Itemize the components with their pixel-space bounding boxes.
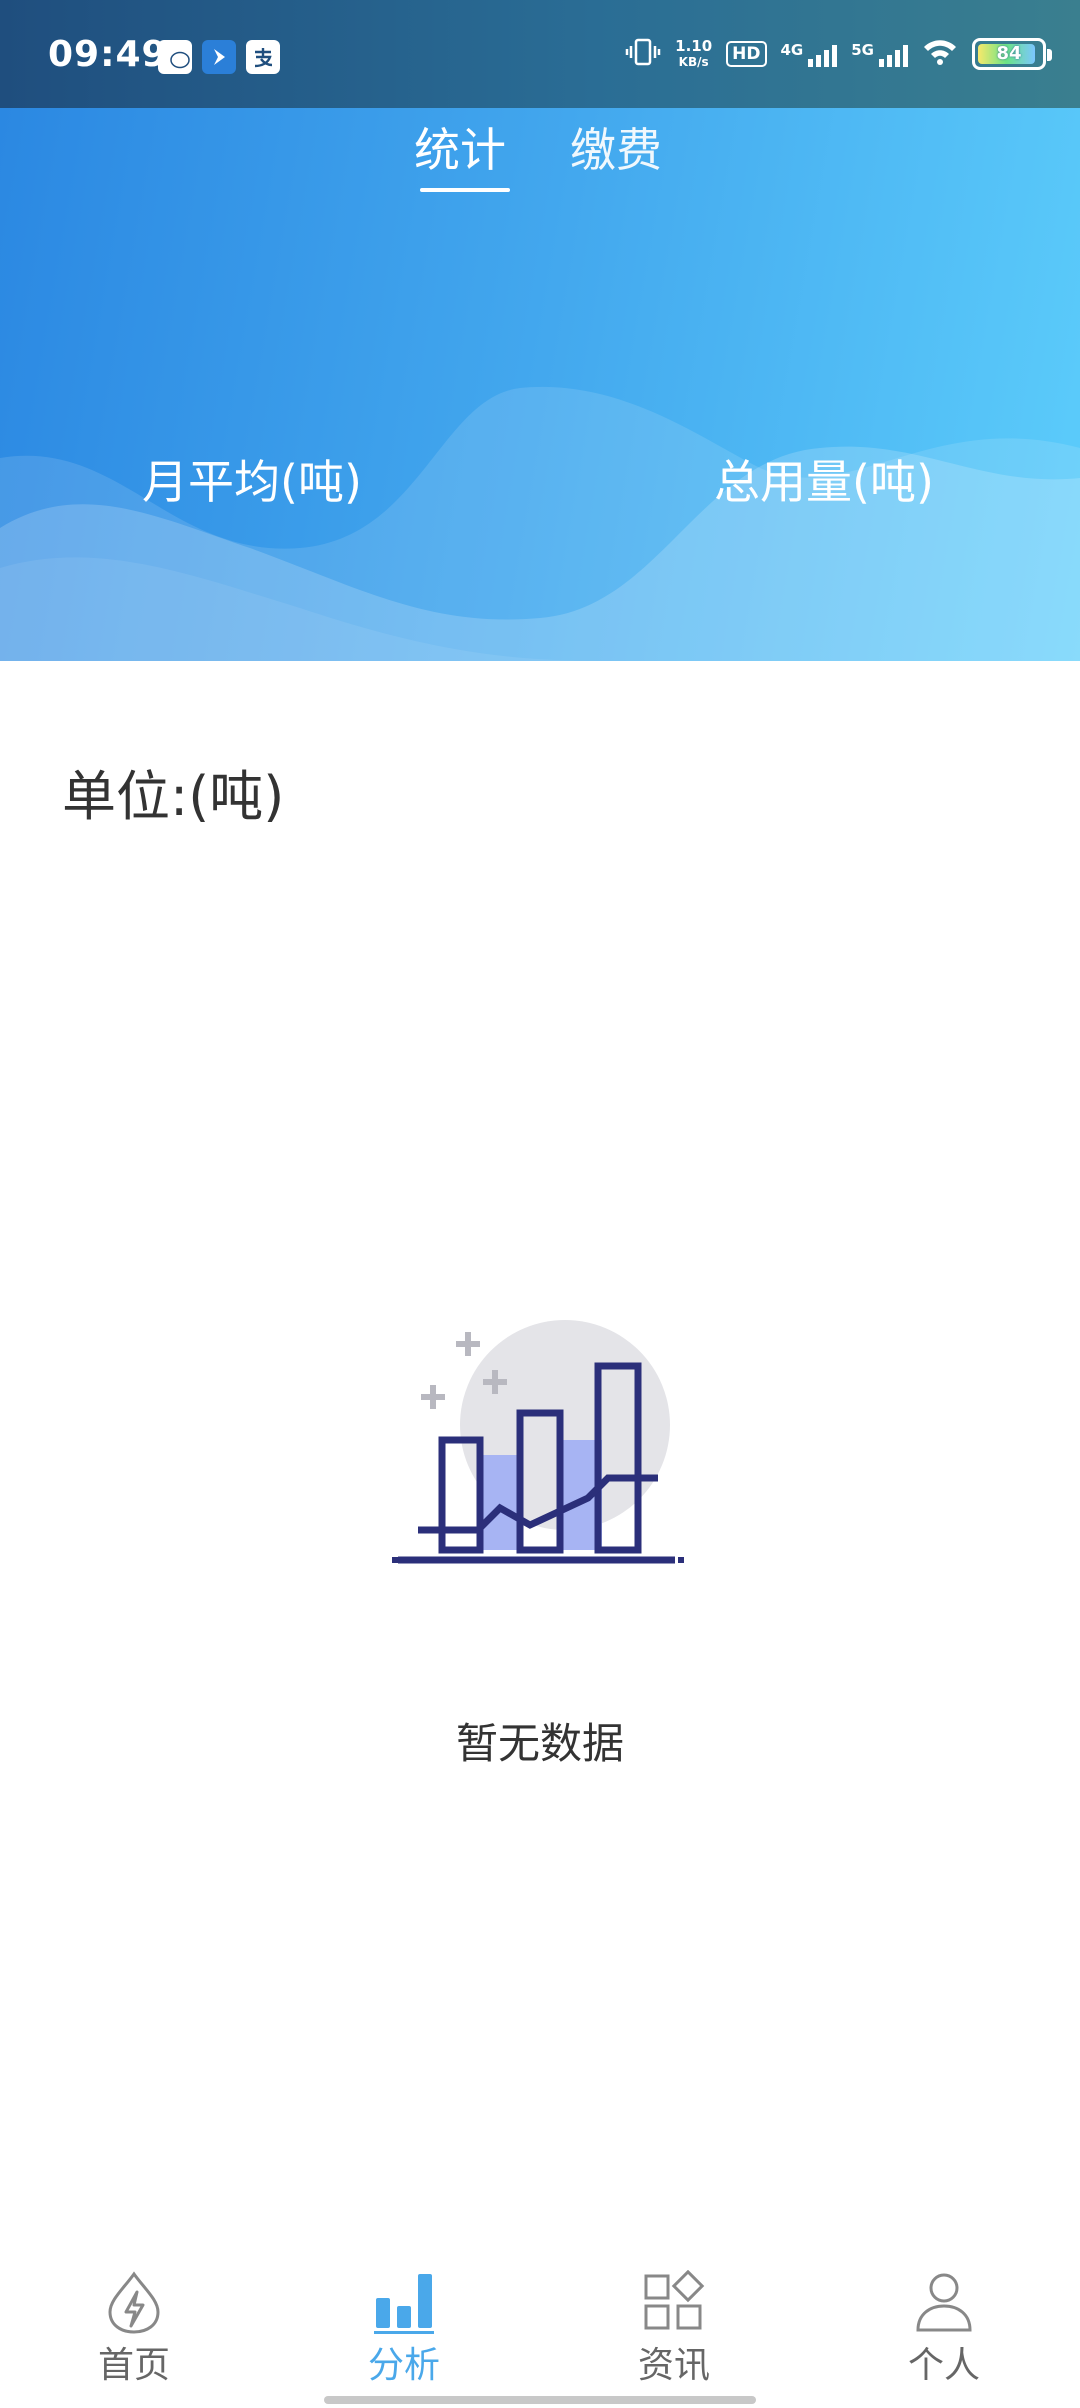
grid-diamond-icon [644,2270,705,2330]
net-speed-unit: KB/s [678,55,709,69]
nav-item-home[interactable]: 首页 [44,2270,224,2388]
signal-4g-icon: 4G [781,41,838,67]
status-bar: 09:49 1.10 KB/s HD 4G 5G 84 [0,0,1080,108]
stats-header: 统计 缴费 月平均(吨) 总用量(吨) [0,108,1080,661]
unit-label: 单位:(吨) [62,765,285,828]
monthly-average-label: 月平均(吨) [142,455,362,509]
drop-bolt-icon [108,2271,160,2334]
signal-5g-icon: 5G [851,41,908,67]
active-tab-indicator [420,188,510,192]
tab-statistics[interactable]: 统计 [414,114,506,180]
top-tabs: 统计 缴费 [0,108,1080,198]
battery-icon: 84 [972,38,1052,70]
wifi-icon [922,38,958,71]
nav-label-home: 首页 [97,2345,170,2386]
nav-label-profile: 个人 [907,2345,980,2386]
nav-item-news[interactable]: 资讯 [584,2270,764,2388]
alipay-icon [246,40,280,74]
vibrate-icon [625,38,661,71]
total-usage-label: 总用量(吨) [714,455,934,509]
person-icon [916,2273,972,2332]
bottom-navigation: 首页 分析 资讯 个人 [0,2250,1080,2408]
nav-label-analysis: 分析 [367,2345,440,2386]
empty-state-text: 暂无数据 [455,1719,624,1768]
nav-item-analysis[interactable]: 分析 [314,2270,494,2388]
hd-badge: HD [726,41,767,67]
battery-level: 84 [996,43,1022,64]
bar-chart-icon [374,2274,434,2334]
nav-item-profile[interactable]: 个人 [854,2270,1034,2388]
net-speed-value: 1.10 [675,37,713,55]
home-indicator[interactable] [324,2396,756,2404]
status-time: 09:49 [48,34,168,75]
wechat-icon [158,40,192,74]
nav-label-news: 资讯 [637,2345,710,2386]
chart-empty-illustration [392,1320,684,1564]
signal-4g-label: 4G [780,41,804,59]
status-icons: 1.10 KB/s HD 4G 5G 84 [625,30,1052,78]
signal-5g-label: 5G [851,41,874,59]
net-speed: 1.10 KB/s [675,38,712,70]
tab-payment[interactable]: 缴费 [570,114,662,180]
maps-icon [202,40,236,74]
